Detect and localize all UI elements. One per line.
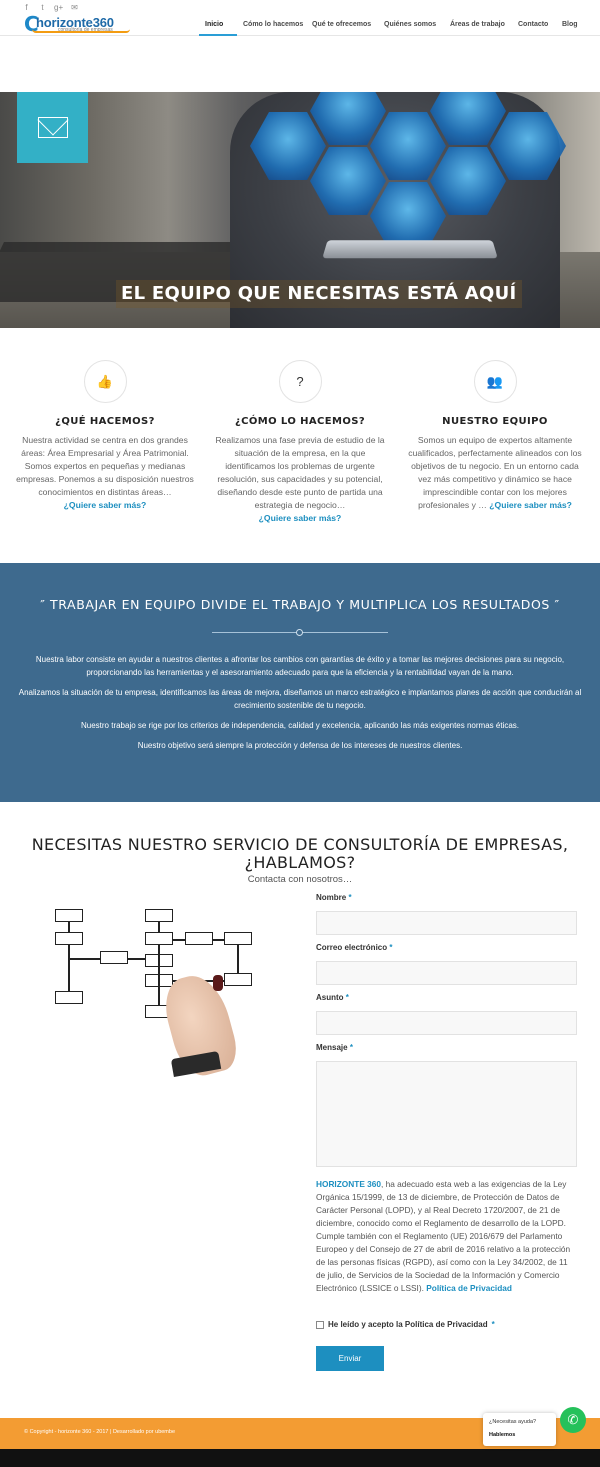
whatsapp-icon[interactable]: ✆ bbox=[560, 1407, 586, 1433]
feature-title: ¿CÓMO LO HACEMOS? bbox=[234, 416, 366, 427]
flow-connector bbox=[158, 945, 160, 1005]
flow-box bbox=[185, 932, 213, 945]
flow-box bbox=[224, 932, 252, 945]
quote-paragraph: Nuestra labor consiste en ayudar a nuest… bbox=[35, 655, 565, 677]
legal-brand: HORIZONTE 360 bbox=[316, 1179, 382, 1189]
consent-label: He leído y acepto la Política de Privaci… bbox=[328, 1320, 488, 1329]
flow-box bbox=[145, 932, 173, 945]
flow-connector bbox=[128, 958, 145, 960]
envelope-icon[interactable] bbox=[17, 92, 88, 163]
flow-connector bbox=[69, 958, 100, 960]
subject-label: Asunto * bbox=[316, 993, 349, 1002]
question-icon: ? bbox=[278, 360, 322, 403]
main-nav: Inicio Cómo lo hacemos Qué te ofrecemos … bbox=[199, 0, 584, 36]
legal-notice: HORIZONTE 360, ha adecuado esta web a la… bbox=[316, 1179, 571, 1293]
flow-box bbox=[55, 909, 83, 922]
feature-nuestro-equipo: 👥 NUESTRO EQUIPO Somos un equipo de expe… bbox=[405, 360, 585, 512]
privacy-consent: He leído y acepto la Política de Privaci… bbox=[316, 1320, 495, 1329]
subject-field[interactable] bbox=[316, 1011, 577, 1035]
contact-subtitle: Contacta con nosotros… bbox=[247, 874, 353, 885]
nav-areas-de-trabajo[interactable]: Áreas de trabajo bbox=[444, 0, 512, 36]
flow-box bbox=[100, 951, 128, 964]
thumbs-up-icon: 👍 bbox=[83, 360, 127, 403]
contact-form: Nombre * Correo electrónico * Asunto * M… bbox=[316, 893, 577, 1175]
feature-title: NUESTRO EQUIPO bbox=[442, 416, 548, 427]
quote-section: ″ TRABAJAR EN EQUIPO DIVIDE EL TRABAJO Y… bbox=[0, 563, 600, 802]
site-logo[interactable]: C horizonte360 consultoría de empresas bbox=[24, 14, 134, 35]
name-field[interactable] bbox=[316, 911, 577, 935]
mail-icon[interactable]: ✉ bbox=[70, 3, 79, 12]
nav-inicio[interactable]: Inicio bbox=[199, 0, 237, 36]
whatsapp-chat-card[interactable]: ¿Necesitas ayuda? Hablemos bbox=[483, 1413, 556, 1446]
facebook-icon[interactable]: f bbox=[22, 3, 31, 12]
quote-paragraph: Analizamos la situación de tu empresa, i… bbox=[18, 688, 582, 710]
users-icon: 👥 bbox=[473, 360, 517, 403]
feature-text: Nuestra actividad se centra en dos grand… bbox=[16, 435, 194, 510]
flow-box bbox=[224, 973, 252, 986]
logo-swoosh bbox=[32, 29, 130, 33]
flow-connector bbox=[68, 945, 70, 991]
quote-body: Nuestra labor consiste en ayudar a nuest… bbox=[18, 653, 582, 759]
flow-box bbox=[55, 991, 83, 1004]
footer-bar bbox=[0, 1449, 600, 1467]
quote-paragraph: Nuestro objetivo será siempre la protecc… bbox=[137, 741, 463, 750]
message-label: Mensaje * bbox=[316, 1043, 353, 1052]
read-more-link[interactable]: ¿Quiere saber más? bbox=[489, 500, 572, 510]
nav-como-lo-hacemos[interactable]: Cómo lo hacemos bbox=[237, 0, 306, 36]
quote-paragraph: Nuestro trabajo se rige por los criterio… bbox=[80, 721, 519, 730]
whatsapp-cta: Hablemos bbox=[489, 1432, 516, 1438]
flow-connector bbox=[213, 939, 224, 941]
flow-connector bbox=[237, 945, 239, 973]
copyright-text: © Copyright - horizonte 360 - 2017 | Des… bbox=[24, 1429, 176, 1435]
privacy-policy-link[interactable]: Política de Privacidad bbox=[426, 1283, 512, 1293]
required-mark: * bbox=[491, 1320, 495, 1329]
read-more-link[interactable]: ¿Quiere saber más? bbox=[259, 513, 342, 523]
send-button[interactable]: Enviar bbox=[316, 1346, 384, 1371]
flow-connector bbox=[158, 922, 160, 932]
hero-tablet bbox=[322, 240, 498, 259]
envelope-shape bbox=[38, 117, 68, 138]
contact-title: NECESITAS NUESTRO SERVICIO DE CONSULTORÍ… bbox=[31, 835, 569, 872]
feature-title: ¿QUÉ HACEMOS? bbox=[55, 416, 155, 427]
quote-title: ″ TRABAJAR EN EQUIPO DIVIDE EL TRABAJO Y… bbox=[40, 597, 560, 612]
divider-dot bbox=[296, 629, 303, 636]
read-more-link[interactable]: ¿Quiere saber más? bbox=[64, 500, 147, 510]
nav-quienes-somos[interactable]: Quiénes somos bbox=[378, 0, 444, 36]
nav-contacto[interactable]: Contacto bbox=[512, 0, 556, 36]
flow-box bbox=[55, 932, 83, 945]
social-links: f t g+ ✉ bbox=[22, 3, 79, 12]
name-label: Nombre * bbox=[316, 893, 352, 902]
flow-connector bbox=[68, 922, 70, 932]
site-header: f t g+ ✉ C horizonte360 consultoría de e… bbox=[0, 0, 600, 36]
marker-pen bbox=[213, 975, 223, 991]
consent-checkbox[interactable] bbox=[316, 1320, 324, 1329]
feature-text: Realizamos una fase previa de estudio de… bbox=[215, 435, 385, 523]
hero-title: EL EQUIPO QUE NECESITAS ESTÁ AQUÍ bbox=[116, 280, 522, 308]
google-plus-icon[interactable]: g+ bbox=[54, 3, 63, 12]
nav-que-te-ofrecemos[interactable]: Qué te ofrecemos bbox=[306, 0, 378, 36]
whatsapp-prompt: ¿Necesitas ayuda? bbox=[489, 1419, 537, 1425]
feature-text: Somos un equipo de expertos altamente cu… bbox=[408, 435, 582, 510]
email-label: Correo electrónico * bbox=[316, 943, 393, 952]
twitter-icon[interactable]: t bbox=[38, 3, 47, 12]
nav-blog[interactable]: Blog bbox=[556, 0, 584, 36]
flow-box bbox=[145, 909, 173, 922]
email-field[interactable] bbox=[316, 961, 577, 985]
flow-connector bbox=[173, 939, 185, 941]
feature-que-hacemos: 👍 ¿QUÉ HACEMOS? Nuestra actividad se cen… bbox=[15, 360, 195, 512]
message-textarea[interactable] bbox=[316, 1061, 577, 1167]
feature-como-lo-hacemos: ? ¿CÓMO LO HACEMOS? Realizamos una fase … bbox=[210, 360, 390, 525]
